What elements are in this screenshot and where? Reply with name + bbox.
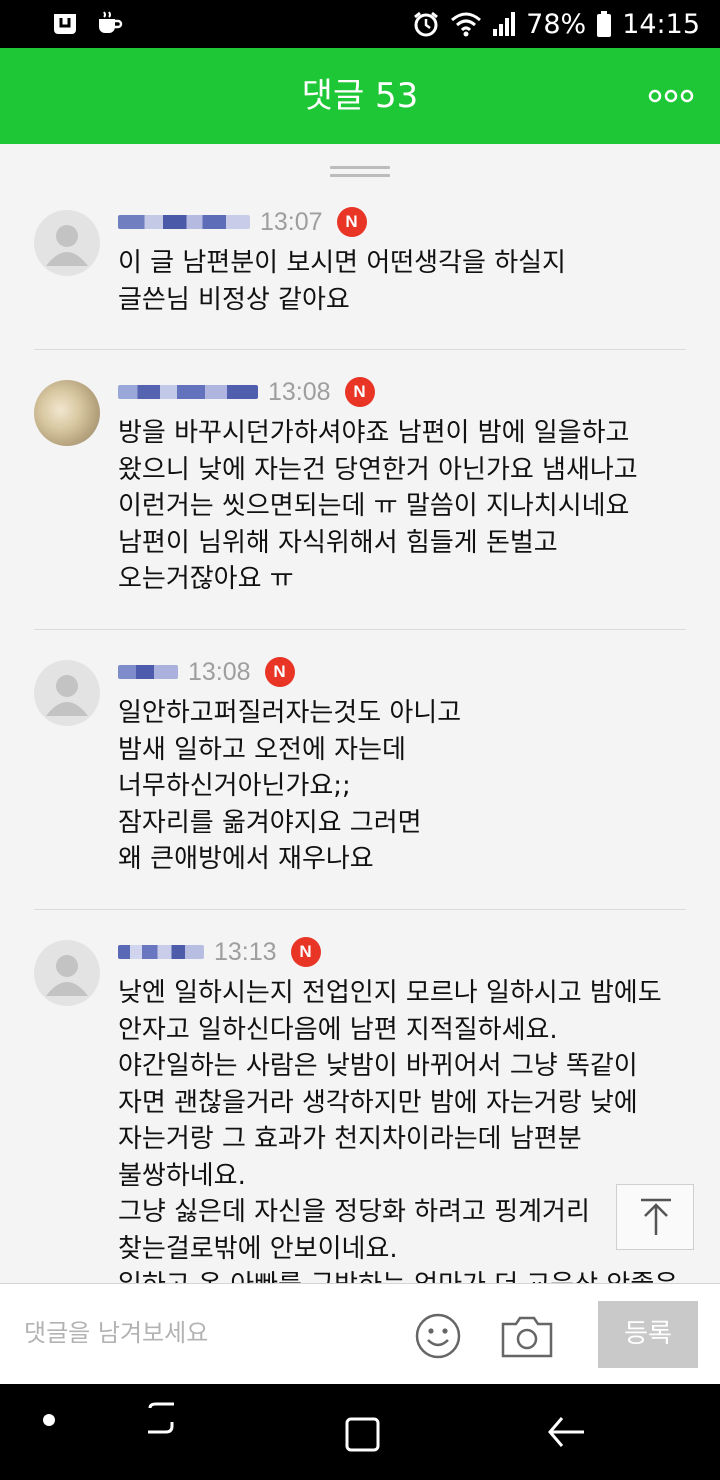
- home-icon[interactable]: [344, 1416, 382, 1454]
- new-badge: N: [264, 657, 295, 687]
- comment-time: 13:08: [188, 657, 251, 686]
- comment-time: 13:07: [260, 207, 323, 236]
- new-badge: N: [290, 937, 321, 967]
- divider: [34, 629, 686, 630]
- recent-apps-icon[interactable]: [144, 1400, 180, 1440]
- blurred-nickname[interactable]: [118, 385, 258, 399]
- camera-icon[interactable]: [500, 1312, 554, 1360]
- default-avatar-icon[interactable]: [34, 660, 100, 726]
- default-avatar-icon[interactable]: [34, 940, 100, 1006]
- submit-button[interactable]: 등록: [598, 1301, 698, 1368]
- comment-input[interactable]: [22, 1312, 396, 1354]
- comment-list[interactable]: 13:07 N 이 글 남편분이 보시면 어떤생각을 하실지 글쓴님 비정상 같…: [0, 0, 720, 1283]
- comment-time: 13:13: [214, 937, 277, 966]
- new-badge: N: [336, 207, 367, 237]
- divider: [34, 909, 686, 910]
- comment-time: 13:08: [268, 377, 331, 406]
- comment-text: 이 글 남편분이 보시면 어떤생각을 하실지 글쓴님 비정상 같아요: [118, 248, 566, 315]
- blurred-nickname[interactable]: [118, 945, 204, 959]
- new-badge: N: [344, 377, 375, 407]
- emoji-icon[interactable]: [414, 1312, 462, 1360]
- divider: [34, 349, 686, 350]
- comment-text: 방을 바꾸시던가하셔야죠 남편이 밤에 일을하고 왔으니 낮에 자는건 당연한거…: [118, 418, 638, 594]
- system-nav-bar: [0, 1384, 720, 1480]
- profile-avatar[interactable]: [34, 380, 100, 446]
- back-icon[interactable]: [546, 1412, 586, 1452]
- drag-handle[interactable]: [330, 166, 390, 178]
- blurred-nickname[interactable]: [118, 215, 250, 229]
- nav-dot-icon[interactable]: [43, 1414, 55, 1426]
- comment-text: 일안하고퍼질러자는것도 아니고 밤새 일하고 오전에 자는데 너무하신거아닌가요…: [118, 698, 462, 874]
- blurred-nickname[interactable]: [118, 665, 178, 679]
- arrow-up-icon: [641, 1198, 671, 1235]
- comment-text: 낮엔 일하시는지 전업인지 모르나 일하시고 밤에도 안자고 일하신다음에 남편…: [118, 978, 678, 1283]
- comment-input-bar: 등록: [0, 1283, 720, 1384]
- scroll-to-top-button[interactable]: [616, 1184, 694, 1250]
- default-avatar-icon[interactable]: [34, 210, 100, 276]
